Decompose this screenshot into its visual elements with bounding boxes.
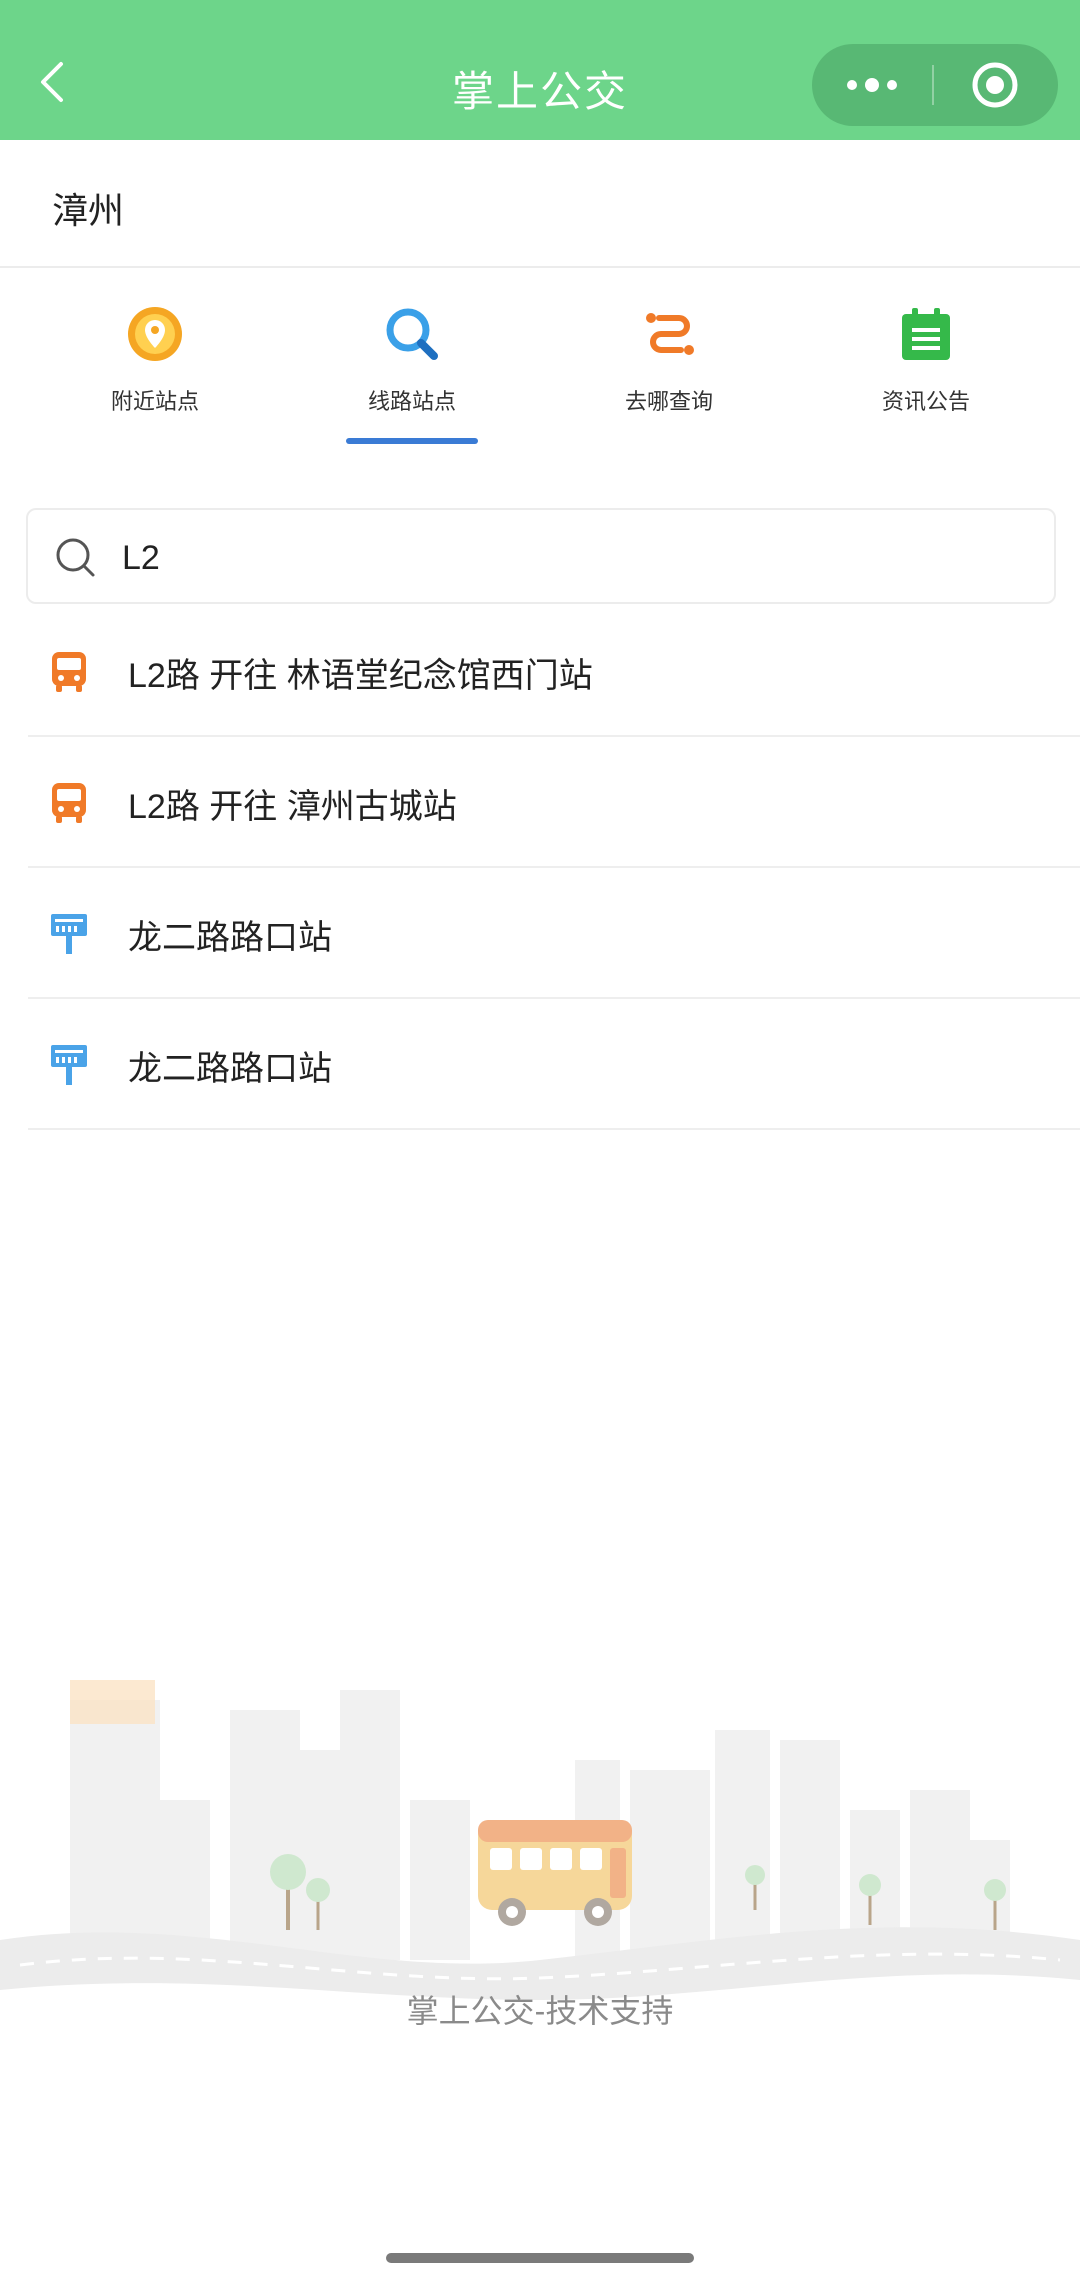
tab-bar: 附近站点 线路站点 去哪查询 资讯公告 xyxy=(0,270,1080,450)
search-input[interactable] xyxy=(122,530,1022,586)
result-label: L2路 开往 林语堂纪念馆西门站 xyxy=(128,657,593,695)
more-dots-icon xyxy=(847,78,897,92)
more-button[interactable] xyxy=(812,44,932,126)
close-button[interactable] xyxy=(934,44,1056,126)
bus-stop-icon xyxy=(51,1045,87,1085)
result-label: 龙二路路口站 xyxy=(128,1050,332,1088)
result-item[interactable]: L2路 开往 林语堂纪念馆西门站 xyxy=(28,606,1080,737)
bus-icon xyxy=(52,783,86,823)
tab-label: 去哪查询 xyxy=(624,389,713,414)
result-label: L2路 开往 漳州古城站 xyxy=(128,788,457,826)
search-icon xyxy=(56,538,95,577)
miniprogram-capsule xyxy=(812,44,1058,126)
search-results-list: L2路 开往 林语堂纪念馆西门站 L2路 开往 漳州古城站 龙二路路口站 龙二路… xyxy=(28,606,1080,1130)
result-label: 龙二路路口站 xyxy=(128,919,332,957)
tab-nearby-stations[interactable]: 附近站点 xyxy=(55,306,255,416)
city-selector[interactable]: 漳州 xyxy=(0,140,1080,268)
target-circle-icon xyxy=(972,62,1018,108)
tab-news[interactable]: 资讯公告 xyxy=(826,306,1026,416)
active-tab-indicator xyxy=(346,438,478,444)
search-box[interactable] xyxy=(26,508,1056,604)
location-pin-icon xyxy=(128,307,182,361)
city-name: 漳州 xyxy=(52,190,125,231)
tab-label: 资讯公告 xyxy=(881,389,970,414)
search-icon xyxy=(386,308,438,360)
footer-credit: 掌上公交-技术支持 xyxy=(406,1993,674,2029)
bus-stop-icon xyxy=(51,914,87,954)
calendar-icon xyxy=(902,308,950,360)
result-item[interactable]: L2路 开往 漳州古城站 xyxy=(28,737,1080,868)
tab-where-to-go[interactable]: 去哪查询 xyxy=(569,306,769,416)
tab-label: 附近站点 xyxy=(110,389,199,414)
city-bus-illustration xyxy=(0,1680,1080,2000)
tab-label: 线路站点 xyxy=(367,389,456,414)
route-icon xyxy=(646,313,694,355)
app-header: 掌上公交 xyxy=(0,0,1080,140)
home-indicator[interactable] xyxy=(386,2253,694,2263)
result-item[interactable]: 龙二路路口站 xyxy=(28,999,1080,1130)
result-item[interactable]: 龙二路路口站 xyxy=(28,868,1080,999)
tab-route-stations[interactable]: 线路站点 xyxy=(312,306,512,416)
bus-icon xyxy=(52,652,86,692)
